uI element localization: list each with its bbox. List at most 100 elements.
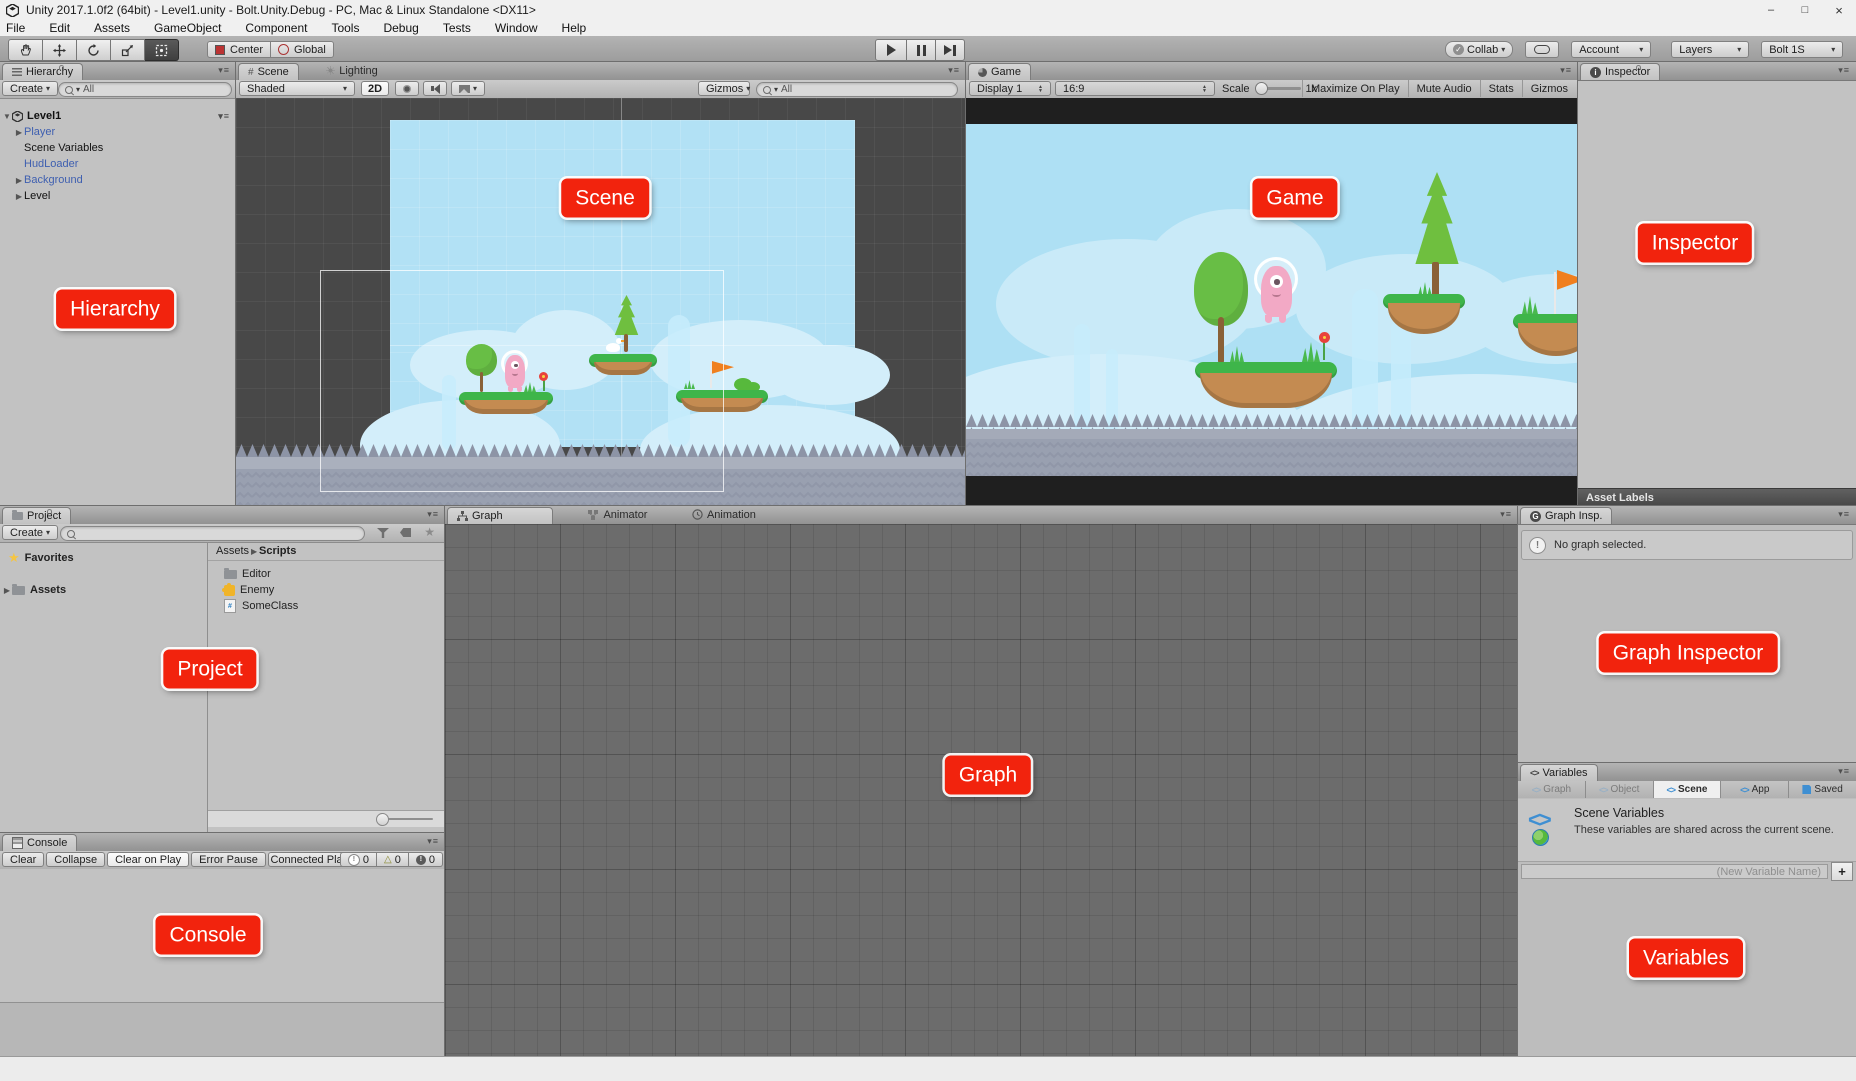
hierarchy-item-level[interactable]: ▶ Level (0, 188, 236, 204)
panel-menu-icon[interactable]: ▾≡ (218, 65, 230, 76)
minimize-button[interactable]: – (1754, 0, 1788, 20)
panel-menu-icon[interactable]: ▾≡ (427, 509, 439, 520)
scene-viewport[interactable] (236, 98, 966, 506)
project-create-button[interactable]: Create▾ (2, 525, 58, 540)
hierarchy-item-player[interactable]: ▶ Player (0, 124, 236, 140)
rotate-tool-button[interactable] (77, 39, 111, 61)
menu-assets[interactable]: Assets (82, 21, 142, 35)
rect-tool-button[interactable] (145, 39, 179, 61)
hierarchy-item-hudloader[interactable]: HudLoader (0, 156, 236, 172)
hand-tool-button[interactable] (8, 39, 43, 61)
foldout-icon[interactable]: ▶ (14, 128, 24, 137)
menu-component[interactable]: Component (233, 21, 319, 35)
hierarchy-search-input[interactable]: ▾ All (58, 82, 232, 97)
project-file-editor[interactable]: Editor (208, 566, 445, 582)
maximize-on-play-button[interactable]: Maximize On Play (1302, 80, 1408, 97)
shaded-dropdown[interactable]: Shaded▾ (239, 81, 355, 96)
hierarchy-item-scene-variables[interactable]: Scene Variables (0, 140, 236, 156)
project-tab[interactable]: Project (2, 507, 71, 524)
step-button[interactable] (936, 39, 965, 61)
menu-file[interactable]: File (0, 21, 37, 35)
variables-tab[interactable]: <> Variables (1520, 764, 1598, 781)
scale-slider[interactable] (1255, 82, 1268, 95)
hierarchy-create-button[interactable]: Create▾ (2, 81, 58, 96)
breadcrumb-current[interactable]: Scripts (259, 545, 296, 557)
play-button[interactable] (875, 39, 907, 61)
new-variable-name-input[interactable]: (New Variable Name) (1521, 864, 1828, 879)
project-favorites-row[interactable]: ★ Favorites (0, 550, 207, 566)
foldout-icon[interactable]: ▼ (2, 112, 12, 121)
menu-edit[interactable]: Edit (37, 21, 82, 35)
asset-labels-bar[interactable]: Asset Labels (1578, 488, 1856, 506)
foldout-icon[interactable]: ▶ (14, 176, 24, 185)
panel-menu-icon[interactable]: ▾≡ (1838, 766, 1850, 777)
variables-subtab-app[interactable]: <> App (1721, 781, 1789, 798)
search-by-type-icon[interactable] (377, 528, 389, 538)
scene-row-menu-icon[interactable]: ▾≡ (218, 111, 230, 122)
menu-tests[interactable]: Tests (431, 21, 483, 35)
lighting-tab[interactable]: Lighting (317, 62, 387, 79)
close-button[interactable]: × (1822, 0, 1856, 20)
display-dropdown[interactable]: Display 1 ▲▼ (969, 81, 1051, 96)
cloud-button[interactable] (1525, 41, 1559, 58)
hierarchy-scene-row[interactable]: ▼ Level1 ▾≡ (0, 108, 236, 124)
console-error-filter[interactable]: ! 0 (409, 852, 443, 867)
panel-menu-icon[interactable]: ▾≡ (1838, 65, 1850, 76)
variables-subtab-saved[interactable]: Saved (1789, 781, 1856, 798)
project-file-someclass[interactable]: # SomeClass (208, 598, 445, 614)
animation-tab[interactable]: Animation (683, 506, 765, 523)
panel-menu-icon[interactable]: ▾≡ (1838, 509, 1850, 520)
menu-debug[interactable]: Debug (371, 21, 430, 35)
variables-subtab-scene[interactable]: <> Scene (1654, 781, 1722, 798)
graph-inspector-tab[interactable]: G Graph Insp. (1520, 507, 1612, 524)
variables-subtab-object[interactable]: <> Object (1586, 781, 1654, 798)
scale-tool-button[interactable] (111, 39, 145, 61)
game-tab[interactable]: Game (968, 63, 1031, 80)
project-file-enemy[interactable]: Enemy (208, 582, 445, 598)
menu-window[interactable]: Window (483, 21, 550, 35)
search-by-label-icon[interactable] (400, 528, 411, 537)
console-error-pause-toggle[interactable]: Error Pause (191, 852, 266, 867)
add-variable-button[interactable]: + (1831, 862, 1853, 881)
menu-gameobject[interactable]: GameObject (142, 21, 233, 35)
gizmos-dropdown[interactable]: Gizmos▾ (698, 81, 750, 96)
console-info-filter[interactable]: ! 0 (340, 852, 377, 867)
panel-menu-icon[interactable]: ▾≡ (1500, 509, 1512, 520)
space-toggle-button[interactable]: Global (271, 41, 334, 58)
pivot-toggle-button[interactable]: Center (207, 41, 271, 58)
project-search-input[interactable] (60, 526, 365, 541)
aspect-dropdown[interactable]: 16:9 ▲▼ (1055, 81, 1215, 96)
panel-menu-icon[interactable]: ▾≡ (1560, 65, 1572, 76)
layout-dropdown[interactable]: Bolt 1S▾ (1761, 41, 1843, 58)
menu-help[interactable]: Help (550, 21, 599, 35)
2d-toggle-button[interactable]: 2D (361, 81, 389, 96)
scene-audio-toggle[interactable] (423, 81, 447, 96)
hierarchy-item-background[interactable]: ▶ Background (0, 172, 236, 188)
animator-tab[interactable]: Animator (579, 506, 656, 523)
console-clear-button[interactable]: Clear (2, 852, 44, 867)
collab-button[interactable]: ✓ Collab▾ (1445, 41, 1513, 58)
project-assets-row[interactable]: ▶ Assets (0, 582, 207, 598)
scene-tab[interactable]: # Scene (238, 63, 299, 80)
console-tab[interactable]: Console (2, 834, 77, 851)
layers-dropdown[interactable]: Layers▾ (1671, 41, 1749, 58)
breadcrumb-root[interactable]: Assets (216, 545, 249, 557)
variables-subtab-graph[interactable]: <> Graph (1518, 781, 1586, 798)
inspector-tab[interactable]: i Inspector (1580, 63, 1660, 80)
scene-lighting-toggle[interactable] (395, 81, 419, 96)
console-clear-on-play-toggle[interactable]: Clear on Play (107, 852, 189, 867)
panel-menu-icon[interactable]: ▾≡ (427, 836, 439, 847)
hierarchy-tab[interactable]: Hierarchy (2, 63, 83, 80)
menu-tools[interactable]: Tools (319, 21, 371, 35)
maximize-button[interactable]: □ (1788, 0, 1822, 20)
move-tool-button[interactable] (43, 39, 77, 61)
console-warning-filter[interactable]: △ 0 (377, 852, 409, 867)
scene-effects-dropdown[interactable]: ▾ (451, 81, 485, 96)
mute-audio-button[interactable]: Mute Audio (1408, 80, 1480, 97)
favorites-star-icon[interactable]: ★ (424, 525, 435, 539)
console-collapse-toggle[interactable]: Collapse (46, 852, 105, 867)
scene-search-input[interactable]: ▾ All (756, 82, 958, 97)
foldout-icon[interactable]: ▶ (2, 586, 12, 595)
graph-tab[interactable]: Graph (447, 507, 553, 524)
thumbnail-size-slider[interactable] (376, 813, 389, 826)
